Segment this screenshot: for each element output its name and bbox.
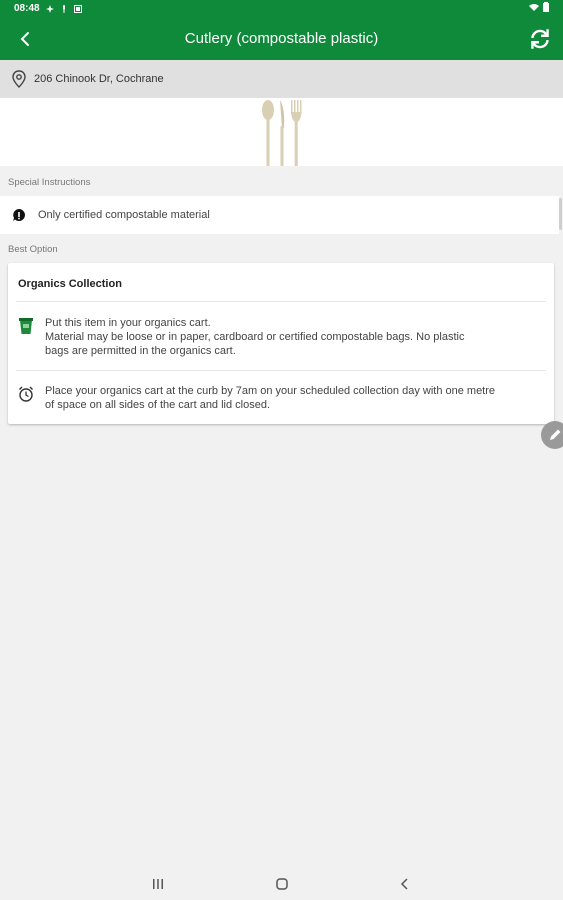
alarm-clock-icon [19,386,33,402]
address-text: 206 Chinook Dr, Cochrane [34,73,164,85]
instruction-item: Only certified compostable material [0,196,559,234]
cutlery-icon [262,100,302,166]
notification-icon [45,4,54,13]
row-text-line: bags are permitted in the organics cart. [45,345,236,357]
row-text-line: Place your organics cart at the curb by … [45,385,496,397]
list-item: Place your organics cart at the curb by … [18,384,544,412]
info-bubble-icon [13,209,25,221]
best-option-card: Organics Collection Put this item in you… [8,263,554,424]
home-icon[interactable] [274,876,290,892]
organics-cart-icon [19,318,33,334]
list-item: Put this item in your organics cart. Mat… [18,316,544,358]
page-title: Cutlery (compostable plastic) [184,30,379,47]
battery-icon [543,2,549,12]
back-icon[interactable] [397,876,413,892]
instruction-text: Only certified compostable material [38,209,210,221]
item-image [0,98,563,166]
divider [16,301,546,302]
status-time: 08:48 [14,3,40,14]
row-text-line: Material may be loose or in paper, cardb… [45,331,465,343]
pencil-icon [550,429,561,440]
app-bar: Cutlery (compostable plastic) [0,18,563,60]
scrollbar[interactable] [559,198,562,230]
row-text-line: of space on all sides of the cart and li… [45,399,271,411]
divider [16,370,546,371]
card-title: Organics Collection [18,278,122,290]
system-nav-bar [0,868,563,900]
best-option-label: Best Option [8,244,58,255]
address-bar[interactable]: 206 Chinook Dr, Cochrane [0,60,563,98]
location-pin-icon [12,70,26,88]
mic-icon [62,4,65,13]
edit-button[interactable] [541,421,563,449]
status-bar: 08:48 [0,0,563,18]
refresh-icon[interactable] [527,26,553,52]
wifi-icon [529,4,539,11]
recent-apps-icon[interactable] [150,876,166,892]
row-text-line: Put this item in your organics cart. [45,317,211,329]
app-notification-icon [73,4,82,13]
special-instructions-label: Special Instructions [8,177,91,188]
